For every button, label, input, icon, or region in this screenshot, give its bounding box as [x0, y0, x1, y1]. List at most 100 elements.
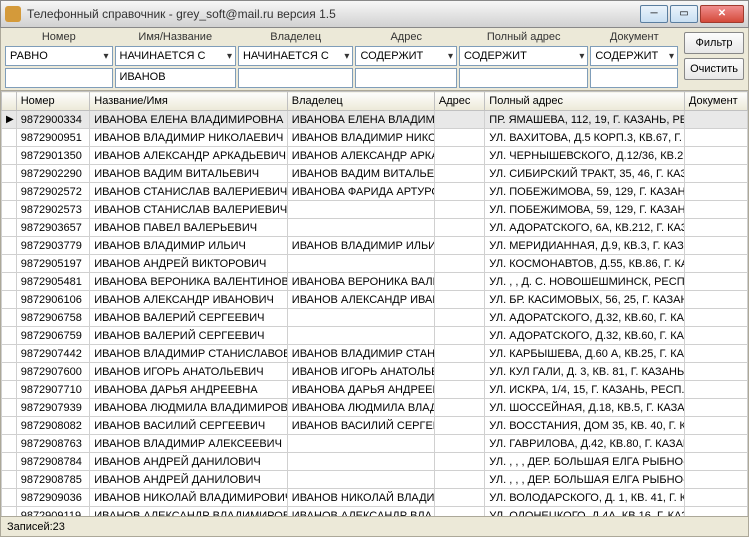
cell-addr [434, 147, 484, 165]
filter-input-name[interactable]: ИВАНОВ [115, 68, 236, 88]
cell-addr [434, 111, 484, 129]
cell-num: 9872909036 [16, 489, 90, 507]
filter-op-owner[interactable]: НАЧИНАЕТСЯ С [238, 46, 353, 66]
cell-owner [287, 201, 434, 219]
cell-name: ИВАНОВ ВЛАДИМИР НИКОЛАЕВИЧ [90, 129, 288, 147]
table-row[interactable]: 9872907600ИВАНОВ ИГОРЬ АНАТОЛЬЕВИЧИВАНОВ… [2, 363, 748, 381]
clear-button[interactable]: Очистить [684, 58, 744, 80]
cell-doc [684, 183, 747, 201]
filter-label-name: Имя/Название [115, 30, 236, 44]
table-row[interactable]: 9872908763ИВАНОВ ВЛАДИМИР АЛЕКСЕЕВИЧУЛ. … [2, 435, 748, 453]
filter-input-fulladdress[interactable] [459, 68, 588, 88]
cell-full: УЛ. , , , ДЕР. БОЛЬШАЯ ЕЛГА РЫБНО-С [485, 453, 685, 471]
filter-op-document[interactable]: СОДЕРЖИТ [590, 46, 678, 66]
filter-op-name[interactable]: НАЧИНАЕТСЯ С [115, 46, 236, 66]
cell-full: УЛ. ОЛОНЕЦКОГО, Д.4А, КВ.16, Г. КАЗ [485, 507, 685, 518]
row-marker [2, 489, 17, 507]
cell-num: 9872909119 [16, 507, 90, 518]
table-row[interactable]: 9872905197ИВАНОВ АНДРЕЙ ВИКТОРОВИЧУЛ. КО… [2, 255, 748, 273]
cell-name: ИВАНОВ ВАЛЕРИЙ СЕРГЕЕВИЧ [90, 327, 288, 345]
col-header-fulladdress[interactable]: Полный адрес [485, 92, 685, 111]
cell-num: 9872901350 [16, 147, 90, 165]
cell-addr [434, 165, 484, 183]
cell-owner [287, 471, 434, 489]
cell-owner [287, 435, 434, 453]
filter-op-address[interactable]: СОДЕРЖИТ [355, 46, 457, 66]
cell-name: ИВАНОВА ДАРЬЯ АНДРЕЕВНА [90, 381, 288, 399]
row-marker [2, 201, 17, 219]
col-header-owner[interactable]: Владелец [287, 92, 434, 111]
cell-name: ИВАНОВ ВАЛЕРИЙ СЕРГЕЕВИЧ [90, 309, 288, 327]
col-header-name[interactable]: Название/Имя [90, 92, 288, 111]
filter-label-owner: Владелец [238, 30, 353, 44]
filter-op-number[interactable]: РАВНО [5, 46, 113, 66]
table-row[interactable]: 9872905481ИВАНОВА ВЕРОНИКА ВАЛЕНТИНОВНАИ… [2, 273, 748, 291]
cell-addr [434, 435, 484, 453]
filter-input-document[interactable] [590, 68, 678, 88]
filter-input-address[interactable] [355, 68, 457, 88]
cell-owner: ИВАНОВА ЛЮДМИЛА ВЛАДИ [287, 399, 434, 417]
table-row[interactable]: 9872903779ИВАНОВ ВЛАДИМИР ИЛЬИЧИВАНОВ ВЛ… [2, 237, 748, 255]
table-row[interactable]: 9872900951ИВАНОВ ВЛАДИМИР НИКОЛАЕВИЧИВАН… [2, 129, 748, 147]
cell-owner: ИВАНОВ АЛЕКСАНДР ВЛАДИ [287, 507, 434, 518]
table-row[interactable]: 9872906758ИВАНОВ ВАЛЕРИЙ СЕРГЕЕВИЧУЛ. АД… [2, 309, 748, 327]
cell-addr [434, 309, 484, 327]
table-row[interactable]: 9872909036ИВАНОВ НИКОЛАЙ ВЛАДИМИРОВИЧИВА… [2, 489, 748, 507]
table-row[interactable]: 9872907442ИВАНОВ ВЛАДИМИР СТАНИСЛАВОВИЧИ… [2, 345, 748, 363]
filter-input-number[interactable] [5, 68, 113, 88]
col-header-number[interactable]: Номер [16, 92, 90, 111]
minimize-button[interactable]: ─ [640, 5, 668, 23]
cell-full: УЛ. ИСКРА, 1/4, 15, Г. КАЗАНЬ, РЕСП. Т [485, 381, 685, 399]
cell-num: 9872905197 [16, 255, 90, 273]
table-row[interactable]: 9872902572ИВАНОВ СТАНИСЛАВ ВАЛЕРИЕВИЧИВА… [2, 183, 748, 201]
table-row[interactable]: 9872901350ИВАНОВ АЛЕКСАНДР АРКАДЬЕВИЧИВА… [2, 147, 748, 165]
cell-full: УЛ. ШОССЕЙНАЯ, Д.18, КВ.5, Г. КАЗАН [485, 399, 685, 417]
cell-owner: ИВАНОВ АЛЕКСАНДР ИВАНОВ [287, 291, 434, 309]
col-header-address[interactable]: Адрес [434, 92, 484, 111]
filter-input-owner[interactable] [238, 68, 353, 88]
data-grid[interactable]: Номер Название/Имя Владелец Адрес Полный… [0, 91, 749, 517]
table-row[interactable]: 9872908784ИВАНОВ АНДРЕЙ ДАНИЛОВИЧУЛ. , ,… [2, 453, 748, 471]
row-marker [2, 309, 17, 327]
cell-full: УЛ. , , Д. С. НОВОШЕШМИНСК, РЕСП. ТА [485, 273, 685, 291]
row-marker [2, 399, 17, 417]
table-row[interactable]: 9872907939ИВАНОВА ЛЮДМИЛА ВЛАДИМИРОВНАИВ… [2, 399, 748, 417]
cell-doc [684, 381, 747, 399]
cell-name: ИВАНОВ НИКОЛАЙ ВЛАДИМИРОВИЧ [90, 489, 288, 507]
cell-addr [434, 417, 484, 435]
table-row[interactable]: 9872902573ИВАНОВ СТАНИСЛАВ ВАЛЕРИЕВИЧУЛ.… [2, 201, 748, 219]
table-row[interactable]: 9872909119ИВАНОВ АЛЕКСАНДР ВЛАДИМИРОВИЧИ… [2, 507, 748, 518]
cell-name: ИВАНОВ СТАНИСЛАВ ВАЛЕРИЕВИЧ [90, 201, 288, 219]
row-marker [2, 255, 17, 273]
row-marker [2, 219, 17, 237]
cell-doc [684, 237, 747, 255]
filter-button[interactable]: Фильтр [684, 32, 744, 54]
table-row[interactable]: 9872906759ИВАНОВ ВАЛЕРИЙ СЕРГЕЕВИЧУЛ. АД… [2, 327, 748, 345]
table-row[interactable]: 9872902290ИВАНОВ ВАДИМ ВИТАЛЬЕВИЧИВАНОВ … [2, 165, 748, 183]
filter-col-owner: Владелец НАЧИНАЕТСЯ С [238, 30, 353, 88]
table-row[interactable]: ▶9872900334ИВАНОВА ЕЛЕНА ВЛАДИМИРОВНАИВА… [2, 111, 748, 129]
status-bar: Записей:23 [0, 517, 749, 537]
maximize-button[interactable]: ▭ [670, 5, 698, 23]
cell-addr [434, 219, 484, 237]
table-row[interactable]: 9872908785ИВАНОВ АНДРЕЙ ДАНИЛОВИЧУЛ. , ,… [2, 471, 748, 489]
col-header-document[interactable]: Документ [684, 92, 747, 111]
cell-addr [434, 291, 484, 309]
cell-name: ИВАНОВ ВАСИЛИЙ СЕРГЕЕВИЧ [90, 417, 288, 435]
cell-full: УЛ. МЕРИДИАННАЯ, Д.9, КВ.3, Г. КАЗАН [485, 237, 685, 255]
cell-owner [287, 327, 434, 345]
cell-name: ИВАНОВА ЛЮДМИЛА ВЛАДИМИРОВНА [90, 399, 288, 417]
table-row[interactable]: 9872903657ИВАНОВ ПАВЕЛ ВАЛЕРЬЕВИЧУЛ. АДО… [2, 219, 748, 237]
close-button[interactable]: ✕ [700, 5, 744, 23]
cell-addr [434, 453, 484, 471]
cell-full: УЛ. АДОРАТСКОГО, Д.32, КВ.60, Г. КАЗ [485, 327, 685, 345]
cell-name: ИВАНОВ ИГОРЬ АНАТОЛЬЕВИЧ [90, 363, 288, 381]
filter-op-fulladdress[interactable]: СОДЕРЖИТ [459, 46, 588, 66]
table-row[interactable]: 9872906106ИВАНОВ АЛЕКСАНДР ИВАНОВИЧИВАНО… [2, 291, 748, 309]
table-row[interactable]: 9872907710ИВАНОВА ДАРЬЯ АНДРЕЕВНАИВАНОВА… [2, 381, 748, 399]
cell-name: ИВАНОВ АНДРЕЙ ДАНИЛОВИЧ [90, 453, 288, 471]
cell-addr [434, 363, 484, 381]
cell-addr [434, 345, 484, 363]
cell-doc [684, 417, 747, 435]
table-row[interactable]: 9872908082ИВАНОВ ВАСИЛИЙ СЕРГЕЕВИЧИВАНОВ… [2, 417, 748, 435]
